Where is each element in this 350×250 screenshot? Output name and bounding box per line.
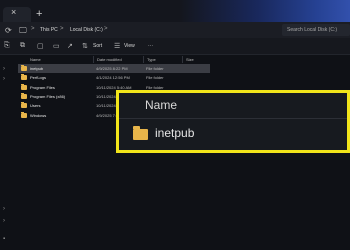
column-header-name[interactable]: Name [30,57,41,62]
wallpaper-glow [180,0,350,22]
file-type: File folder [146,66,164,71]
breadcrumb-separator: > [104,26,108,32]
file-type: File folder [146,75,164,80]
folder-icon [21,112,27,118]
file-date: 4/9/2025 8:22 PM [96,66,128,71]
status-icon: ▪ [3,236,6,242]
zoom-folder-name: inetpub [155,126,195,140]
refresh-icon[interactable]: ⟳ [5,26,12,35]
file-name: PerfLogs [30,75,47,80]
breadcrumb-separator: > [60,26,64,32]
divider [119,118,347,119]
column-divider[interactable] [182,56,183,63]
new-tab-icon[interactable]: + [36,8,42,20]
sort-icon[interactable]: ⇅ [82,42,88,50]
sidebar-expand-icon[interactable]: › [3,218,5,224]
file-name: inetpub [30,66,44,71]
view-button[interactable]: View [124,43,135,49]
share-icon[interactable]: ↗ [67,42,73,50]
search-input[interactable]: Search Local Disk (C:) [282,24,350,36]
copy-icon[interactable]: ⧉ [20,42,25,50]
breadcrumb-separator: > [31,26,35,32]
column-divider[interactable] [143,56,144,63]
search-placeholder: Search Local Disk (C:) [287,27,338,33]
file-name: Program Files (x86) [30,94,66,99]
column-header-date[interactable]: Date modified [97,57,122,62]
file-row[interactable]: PerfLogs 4/1/2024 12:56 PM File folder [18,73,210,82]
file-row[interactable]: inetpub 4/9/2025 8:22 PM File folder [18,64,210,73]
sidebar-expand-icon[interactable]: › [3,206,5,212]
sidebar-pin-icon[interactable]: › [3,66,5,72]
view-icon[interactable]: ☰ [114,42,120,50]
breadcrumb-local-disk[interactable]: Local Disk (C:) [70,27,103,33]
folder-icon [21,84,27,90]
title-bar: × + [0,0,350,22]
file-date: 4/1/2024 12:56 PM [96,75,130,80]
close-tab-icon[interactable]: × [11,7,16,17]
file-name: Users [30,103,41,108]
breadcrumb-this-pc[interactable]: This PC [40,27,58,33]
monitor-icon: 🖵 [19,26,27,35]
see-more-button[interactable]: ··· [148,43,153,49]
sidebar-pin-icon[interactable]: › [3,76,5,82]
column-divider[interactable] [93,56,94,63]
folder-icon [21,65,27,71]
sort-button[interactable]: Sort [93,43,102,49]
folder-icon [21,74,27,80]
folder-icon [21,102,27,108]
column-header-type[interactable]: Type [147,57,156,62]
file-name: Windows [30,113,47,118]
tab[interactable]: × [3,7,31,22]
folder-icon [21,93,27,99]
paste-icon[interactable]: ▢ [37,42,44,50]
cut-icon[interactable]: ⎘ [4,42,10,50]
rename-icon[interactable]: ▭ [53,42,60,50]
column-header-size[interactable]: Size [186,57,194,62]
zoom-column-header: Name [145,98,178,112]
file-name: Program Files [30,85,55,90]
zoom-callout: Name inetpub [116,90,350,153]
folder-icon [133,126,148,140]
